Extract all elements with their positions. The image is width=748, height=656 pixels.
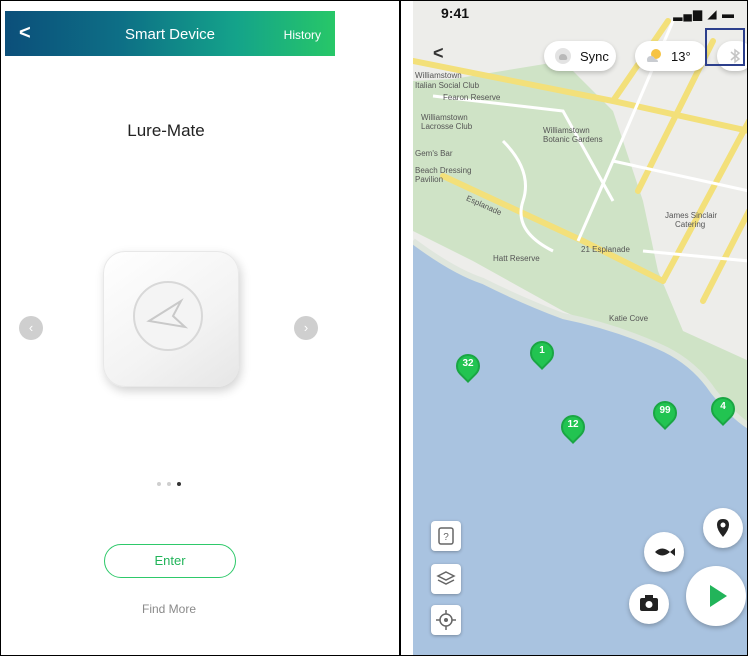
crosshair-icon [436, 610, 456, 630]
map-back-button[interactable]: < [433, 43, 444, 64]
sync-button[interactable]: Sync [544, 41, 616, 71]
bluetooth-button[interactable] [717, 41, 747, 71]
map-label: Williamstown [421, 113, 468, 122]
spot-marker[interactable]: 4 [706, 392, 740, 427]
map-view[interactable]: Williamstown Italian Social Club Fearon … [413, 1, 747, 655]
weather-button[interactable]: 13° [635, 41, 707, 71]
question-icon: ? [438, 527, 454, 545]
location-pin-icon [717, 519, 729, 537]
screenshot-stage: < Smart Device History Lure-Mate ‹ › Ent… [0, 0, 748, 656]
map-label: Gem's Bar [415, 149, 453, 158]
carousel-prev-button[interactable]: ‹ [19, 316, 43, 340]
cloud-icon [555, 48, 571, 64]
help-button[interactable]: ? [431, 521, 461, 551]
spot-marker[interactable]: 12 [556, 410, 590, 445]
map-label: Catering [675, 220, 706, 229]
status-time: 9:41 [441, 5, 470, 21]
map-label: James Sinclair [665, 211, 718, 220]
map-label: 21 Esplanade [581, 245, 630, 254]
fish-icon [655, 548, 675, 556]
spot-marker[interactable]: 99 [648, 396, 682, 431]
carousel-next-button[interactable]: › [294, 316, 318, 340]
status-bar: 9:41 ▂▄▆ ◢ ▬ [413, 1, 747, 31]
temperature-label: 13° [671, 49, 691, 64]
map-label: Fearon Reserve [443, 93, 501, 102]
map-label: Williamstown [543, 126, 590, 135]
smart-device-screen: < Smart Device History Lure-Mate ‹ › Ent… [0, 0, 400, 656]
map-label: Pavilion [415, 175, 444, 184]
start-button[interactable] [686, 566, 746, 626]
layers-icon [436, 571, 456, 585]
header-bar: < Smart Device History [5, 11, 335, 56]
map-label: Hatt Reserve [493, 254, 540, 263]
carousel-dot[interactable] [167, 482, 171, 486]
add-pin-button[interactable] [703, 508, 743, 548]
map-label: Botanic Gardens [543, 135, 603, 144]
status-icons: ▂▄▆ ◢ ▬ [673, 7, 735, 21]
carousel-dot-active[interactable] [177, 482, 181, 486]
fish-logo-icon [146, 298, 189, 329]
spot-marker[interactable]: 1 [525, 336, 559, 371]
map-screen: Williamstown Italian Social Club Fearon … [400, 0, 748, 656]
map-label: Katie Cove [609, 314, 649, 323]
svg-text:?: ? [443, 532, 449, 543]
carousel-dot[interactable] [157, 482, 161, 486]
sync-label: Sync [580, 49, 609, 64]
history-button[interactable]: History [284, 28, 321, 42]
map-label: Williamstown [415, 71, 462, 80]
map-label: Lacrosse Club [421, 122, 473, 131]
layers-button[interactable] [431, 564, 461, 594]
device-logo-ring [133, 281, 203, 351]
camera-button[interactable] [629, 584, 669, 624]
device-image [103, 251, 239, 387]
play-icon [710, 585, 727, 607]
map-label: Beach Dressing [415, 166, 472, 175]
map-label: Italian Social Club [415, 81, 480, 90]
device-name: Lure-Mate [127, 121, 205, 140]
locate-button[interactable] [431, 605, 461, 635]
partly-sunny-icon [647, 49, 661, 62]
spot-marker[interactable]: 32 [451, 349, 485, 384]
camera-icon [640, 595, 658, 611]
carousel-dots [157, 482, 181, 486]
bluetooth-icon [730, 48, 741, 64]
find-more-link[interactable]: Find More [1, 602, 337, 616]
add-fish-button[interactable] [644, 532, 684, 572]
enter-button[interactable]: Enter [104, 544, 236, 578]
